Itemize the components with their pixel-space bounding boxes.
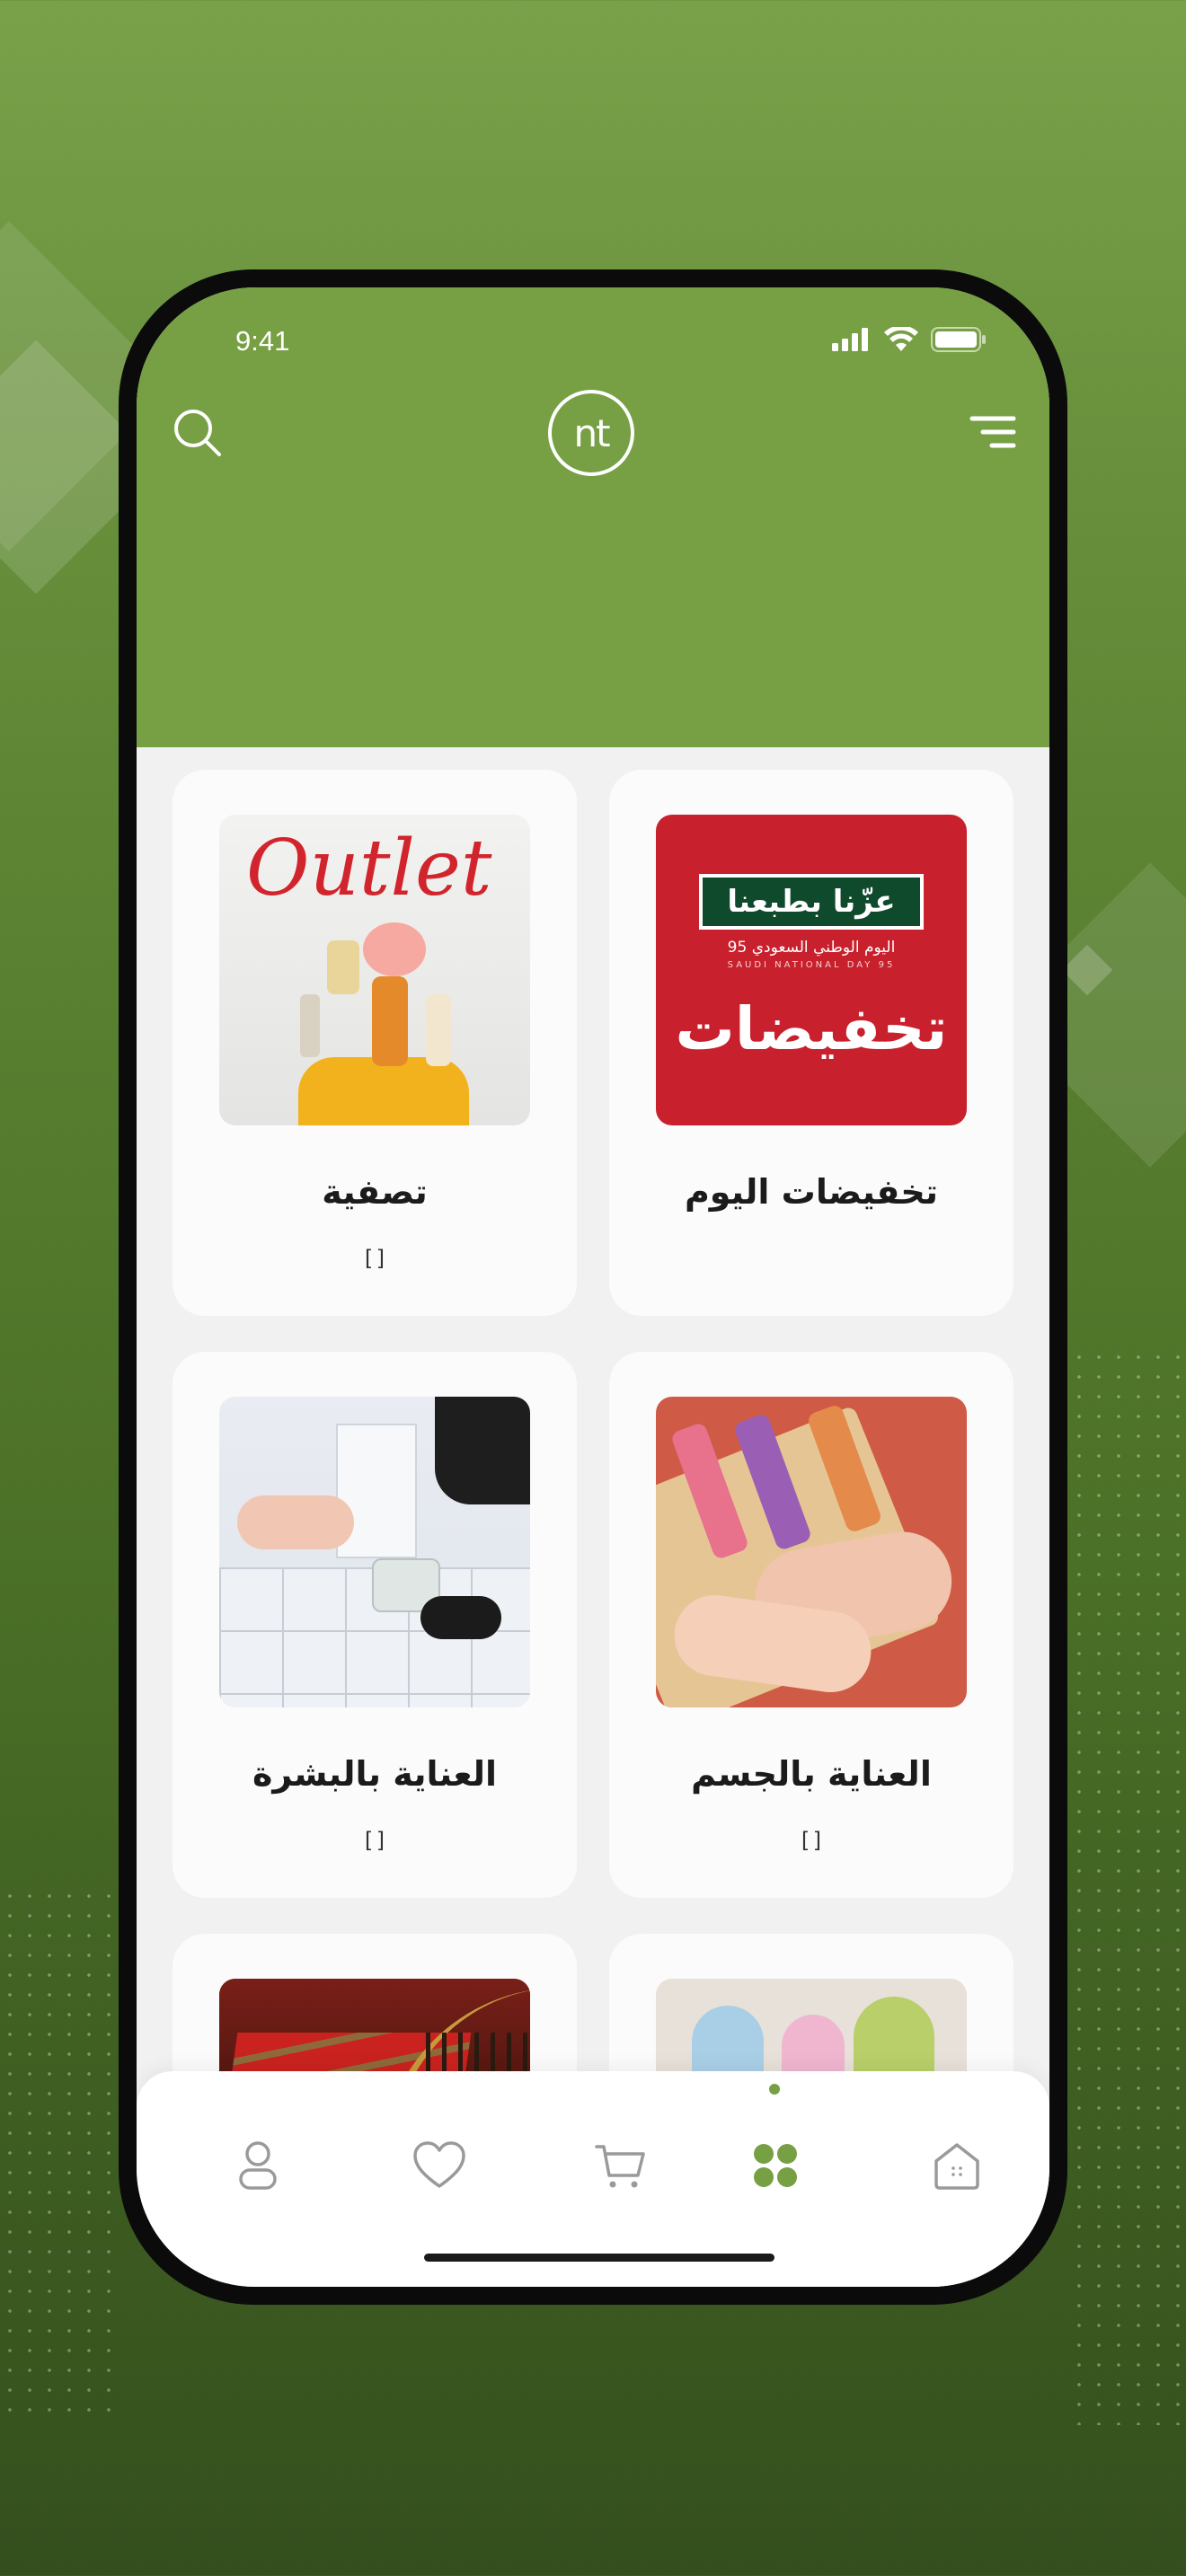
signal-icon [832, 328, 868, 351]
menu-icon [969, 416, 1016, 448]
category-card-skin-care[interactable]: العناية بالبشرة [] [173, 1352, 577, 1898]
search-icon [174, 410, 221, 456]
category-card-body-care[interactable]: العناية بالجسم [] [609, 1352, 1013, 1898]
image-banner: عزّنا بطبعنا [699, 874, 924, 930]
category-count: [] [798, 1828, 825, 1853]
category-title: العناية بالجسم [691, 1754, 932, 1794]
sponge-shape [363, 922, 426, 976]
category-title: تخفيضات اليوم [684, 1172, 939, 1212]
category-count: [] [361, 1828, 388, 1853]
category-card-daily-deals[interactable]: عزّنا بطبعنا اليوم الوطني السعودي 95 SAU… [609, 770, 1013, 1316]
phone-frame: 9:41 nt عزّنا بطبعنا اليوم الوطني السعود… [119, 269, 1067, 2305]
nav-home[interactable] [925, 2134, 988, 2197]
status-time: 9:41 [235, 325, 290, 357]
bottle-shape [426, 994, 451, 1066]
category-image: Outlet [219, 815, 530, 1125]
category-title: تصفية [322, 1172, 428, 1212]
image-title: Outlet [246, 824, 492, 913]
menu-button[interactable] [963, 404, 1022, 463]
app-screen: 9:41 nt عزّنا بطبعنا اليوم الوطني السعود… [137, 287, 1049, 2287]
battery-icon [931, 327, 986, 352]
bottle-shape [300, 994, 320, 1057]
category-grid: عزّنا بطبعنا اليوم الوطني السعودي 95 SAU… [173, 770, 1013, 2287]
header-row: nt [137, 377, 1049, 485]
category-image [219, 1397, 530, 1707]
search-button[interactable] [169, 404, 228, 463]
wifi-icon [884, 327, 918, 351]
pouch-shape [298, 1057, 469, 1125]
jar-lid-shape [420, 1596, 501, 1639]
active-indicator [769, 2084, 780, 2095]
category-card-clearance[interactable]: Outlet تصفية [] [173, 770, 577, 1316]
nav-categories[interactable] [744, 2134, 807, 2197]
category-title: العناية بالبشرة [252, 1754, 498, 1794]
category-image [656, 1397, 967, 1707]
nav-profile[interactable] [226, 2134, 289, 2197]
cart-icon [595, 2145, 645, 2188]
nav-cart[interactable] [589, 2134, 652, 2197]
app-header: 9:41 nt [137, 287, 1049, 747]
grid-icon [754, 2144, 797, 2187]
bottle-shape [327, 940, 359, 994]
image-subtitle: اليوم الوطني السعودي 95 [727, 939, 896, 957]
sleeve-shape [435, 1397, 530, 1504]
bottom-navigation [137, 2071, 1049, 2287]
hand-shape [237, 1495, 354, 1549]
image-subtitle-en: SAUDI NATIONAL DAY 95 [727, 960, 896, 970]
home-icon [934, 2143, 979, 2190]
nav-favorites[interactable] [408, 2134, 471, 2197]
brand-logo[interactable]: nt [548, 390, 634, 476]
category-image: عزّنا بطبعنا اليوم الوطني السعودي 95 SAU… [656, 815, 967, 1125]
user-icon [239, 2141, 277, 2190]
image-title: تخفيضات [675, 994, 948, 1063]
status-icons [832, 327, 987, 352]
bottle-shape [372, 976, 408, 1066]
category-count: [] [361, 1246, 388, 1271]
heart-icon [413, 2141, 465, 2188]
home-indicator [424, 2254, 774, 2262]
